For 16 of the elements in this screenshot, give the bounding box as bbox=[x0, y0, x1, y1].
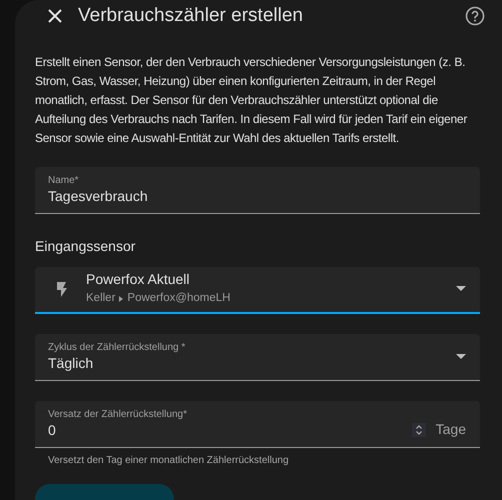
description-text: Erstellt einen Sensor, der den Verbrauch verschiedener Versorgungsleistungen (z. B. Strom, Gas, Wasser, Heizung) über einen konfigurierten Zeitraum, in der Regel monatlich, erfasst. Der Sensor für den Verbrauchszähler unterstützt optional die Aufteilung des Verbrauchs nach Tarifen. In diesem Fall wird für jeden Tarif ein eigener Sensor sowie eine Auswahl-Entität zur Wahl des aktuellen Tarifs erstellt. bbox=[35, 54, 468, 146]
section-heading: Eingangssensor bbox=[35, 236, 136, 256]
unit-text: Tage bbox=[436, 420, 466, 439]
field-value: Täglich bbox=[48, 354, 94, 372]
dialog-title: Verbrauchszähler erstellen bbox=[78, 4, 303, 28]
device-text: Powerfox@homeLH bbox=[127, 291, 230, 306]
area-text: Keller bbox=[86, 291, 116, 306]
entity-picker[interactable]: Powerfox Aktuell Keller Powerfox@homeLH bbox=[35, 266, 480, 314]
field-label: Versatz der Zählerrückstellung* bbox=[48, 408, 187, 420]
select-field[interactable]: Zyklus der Zählerrückstellung * Täglich bbox=[35, 334, 480, 380]
entity-name: Powerfox Aktuell bbox=[86, 270, 190, 290]
helper-text: Versetzt den Tag einer monatlichen Zählerrückstellung bbox=[48, 454, 289, 468]
field-label: Zyklus der Zählerrückstellung * bbox=[48, 342, 186, 354]
name-field[interactable]: Name* Tagesverbrauch bbox=[35, 166, 480, 214]
field-value: 0 bbox=[48, 420, 57, 438]
number-field[interactable]: Versatz der Zählerrückstellung* 0 Tage bbox=[35, 400, 480, 448]
